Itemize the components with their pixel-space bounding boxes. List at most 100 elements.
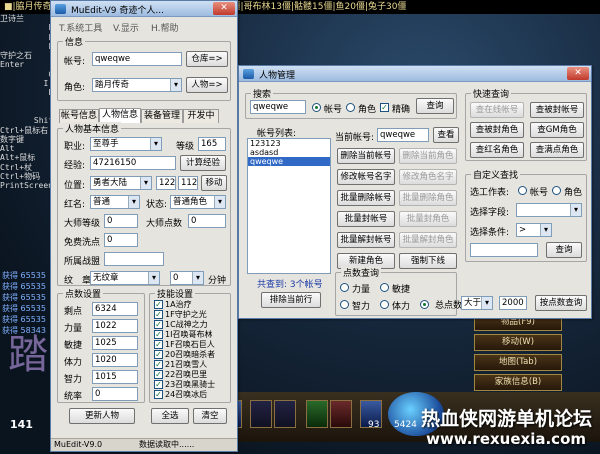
view-button[interactable]: 查看 <box>433 127 459 143</box>
tab-character-info[interactable]: 人物信息 <box>99 108 141 123</box>
account-input[interactable]: qweqwe <box>92 52 182 66</box>
custom-value-input[interactable] <box>470 243 538 257</box>
quick-query-button[interactable]: 查满点角色 <box>530 142 584 158</box>
menu-map-button[interactable]: 地图(Tab) <box>474 354 562 371</box>
search-input[interactable]: qweqwe <box>250 100 306 114</box>
menu-system-tools[interactable]: T.系统工具 <box>59 21 102 34</box>
quick-query-button[interactable]: 查GM角色 <box>530 122 584 138</box>
menu-family-button[interactable]: 家族信息(B) <box>474 374 562 391</box>
menu-move-button[interactable]: 移动(W) <box>474 334 562 351</box>
role-action-button[interactable]: 批量删除角色 <box>399 190 457 206</box>
custom-role-radio[interactable] <box>552 186 561 195</box>
hotbar-slot[interactable] <box>330 400 352 428</box>
warehouse-button[interactable]: 仓库=> <box>186 51 228 67</box>
free-points-input[interactable]: 0 <box>104 233 138 247</box>
skill-checkbox[interactable] <box>154 320 163 329</box>
points-query-button[interactable]: 按点数查询 <box>535 295 587 311</box>
skill-checkbox[interactable] <box>154 310 163 319</box>
account-action-button[interactable]: 修改帐号名字 <box>337 169 395 185</box>
skill-checkbox[interactable] <box>154 370 163 379</box>
points-input[interactable]: 1015 <box>92 370 138 384</box>
quick-query-button[interactable]: 查被封帐号 <box>530 102 584 118</box>
points-query-total-radio[interactable] <box>420 300 429 309</box>
skill-item[interactable]: 1I召唤哥布林 <box>154 330 228 340</box>
custom-account-radio[interactable] <box>518 186 527 195</box>
account-action-button[interactable]: 批量删除帐号 <box>337 190 395 206</box>
level-input[interactable]: 165 <box>198 137 226 151</box>
points-input[interactable]: 1020 <box>92 353 138 367</box>
points-query-strength-radio[interactable] <box>340 283 349 292</box>
role-action-button[interactable]: 批量解封角色 <box>399 232 457 248</box>
quick-query-button[interactable]: 查被封角色 <box>470 122 524 138</box>
role-action-button[interactable]: 强制下线 <box>399 253 457 269</box>
points-input[interactable]: 6324 <box>92 302 138 316</box>
role-action-button[interactable]: 批量封角色 <box>399 211 457 227</box>
exact-match-checkbox[interactable] <box>380 103 389 112</box>
muedit-titlebar[interactable]: MuEdit-V9 奇迹个人... ✕ <box>51 1 237 17</box>
field-select[interactable] <box>516 203 582 217</box>
status-select[interactable]: 普通角色 <box>170 195 226 209</box>
skill-checkbox[interactable] <box>154 390 163 399</box>
comparison-select[interactable]: 大于> <box>461 296 493 310</box>
points-value-input[interactable]: 2000 <box>499 296 527 310</box>
quick-query-button[interactable]: 查红名角色 <box>470 142 524 158</box>
skill-item[interactable]: 20召唤暗杀者 <box>154 350 228 360</box>
hotbar-slot[interactable] <box>250 400 272 428</box>
pos-x-input[interactable]: 122 <box>156 176 176 190</box>
guild-input[interactable] <box>104 252 164 266</box>
skill-item[interactable]: 1F召唤石巨人 <box>154 340 228 350</box>
role-select[interactable]: 踏月传奇 <box>92 78 182 92</box>
skill-list[interactable]: 1A治疗1F守护之光1C战神之力1I召唤哥布林1F召唤石巨人20召唤暗杀者21召… <box>152 300 228 402</box>
account-list-item[interactable]: asdasd <box>248 148 330 157</box>
exp-input[interactable]: 47216150 <box>90 156 176 170</box>
menu-help[interactable]: H.帮助 <box>151 21 178 34</box>
exclude-row-button[interactable]: 排除当前行 <box>261 292 321 308</box>
move-button[interactable]: 移动 <box>201 175 227 191</box>
master-points-input[interactable]: 0 <box>188 214 226 228</box>
hotbar-slot[interactable] <box>306 400 328 428</box>
select-all-button[interactable]: 全选 <box>151 408 189 424</box>
emblem-minutes-select[interactable]: 0 <box>170 271 204 285</box>
points-input[interactable]: 1022 <box>92 319 138 333</box>
points-query-agility-radio[interactable] <box>380 283 389 292</box>
tab-account-info[interactable]: 帐号信息 <box>59 109 99 123</box>
skill-item[interactable]: 23召唤黑骑士 <box>154 380 228 390</box>
character-button[interactable]: 人物=> <box>186 77 228 93</box>
account-action-button[interactable]: 删除当前帐号 <box>337 148 395 164</box>
class-select[interactable]: 至尊手 <box>90 137 162 151</box>
condition-select[interactable]: > <box>516 223 552 237</box>
update-character-button[interactable]: 更新人物 <box>69 408 135 424</box>
emblem-select[interactable]: 无纹章 <box>90 271 160 285</box>
skill-item[interactable]: 1A治疗 <box>154 300 228 310</box>
quick-query-button[interactable]: 查在线帐号 <box>470 102 524 118</box>
account-list-item[interactable]: 123123 <box>248 139 330 148</box>
account-listbox[interactable]: 123123 asdasd qweqwe <box>247 138 331 274</box>
role-action-button[interactable]: 删除当前角色 <box>399 148 457 164</box>
search-button[interactable]: 查询 <box>416 98 454 114</box>
role-action-button[interactable]: 修改角色名字 <box>399 169 457 185</box>
skill-item[interactable]: 1C战神之力 <box>154 320 228 330</box>
tab-dev[interactable]: 开发中 <box>183 109 219 123</box>
custom-query-button[interactable]: 查询 <box>546 242 582 258</box>
search-by-account-radio[interactable] <box>312 103 321 112</box>
skill-item[interactable]: 24召唤冰后 <box>154 390 228 400</box>
person-titlebar[interactable]: 人物管理 ✕ <box>239 66 591 82</box>
account-list-item[interactable]: qweqwe <box>248 157 330 166</box>
points-input[interactable]: 0 <box>92 387 138 401</box>
master-level-input[interactable]: 0 <box>104 214 138 228</box>
skill-checkbox[interactable] <box>154 380 163 389</box>
skill-checkbox[interactable] <box>154 340 163 349</box>
search-by-role-radio[interactable] <box>346 103 355 112</box>
skill-checkbox[interactable] <box>154 350 163 359</box>
points-input[interactable]: 1025 <box>92 336 138 350</box>
skill-item[interactable]: 21召唤雪人 <box>154 360 228 370</box>
calc-exp-button[interactable]: 计算经验 <box>180 155 226 171</box>
hotbar-slot[interactable] <box>274 400 296 428</box>
clear-button[interactable]: 清空 <box>193 408 227 424</box>
close-icon[interactable]: ✕ <box>567 67 589 80</box>
tab-equipment[interactable]: 装备管理 <box>141 109 183 123</box>
account-action-button[interactable]: 批量解封帐号 <box>337 232 395 248</box>
skill-item[interactable]: 1F守护之光 <box>154 310 228 320</box>
points-query-stamina-radio[interactable] <box>380 300 389 309</box>
current-account-input[interactable]: qweqwe <box>377 128 429 142</box>
